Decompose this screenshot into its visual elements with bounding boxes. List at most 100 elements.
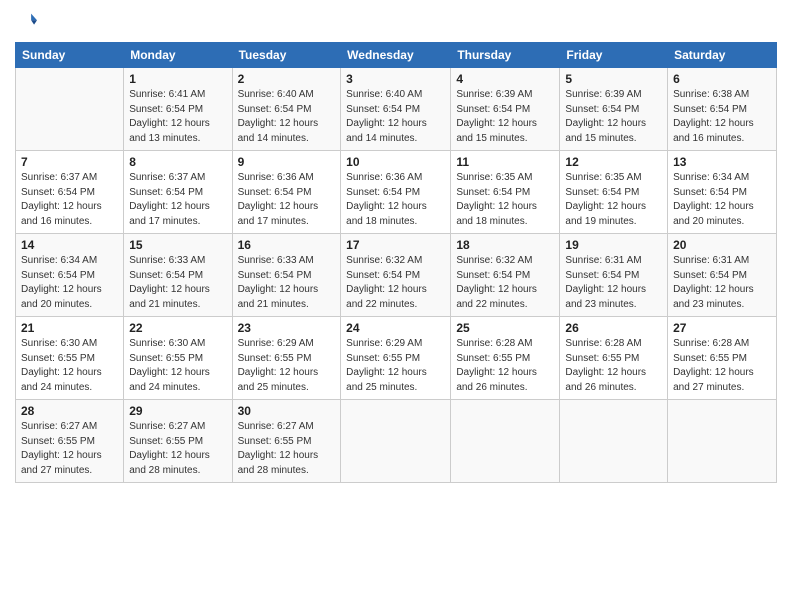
calendar-cell: 9 Sunrise: 6:36 AM Sunset: 6:54 PM Daylig…: [232, 151, 341, 234]
day-detail: Sunrise: 6:29 AM Sunset: 6:55 PM Dayligh…: [346, 337, 445, 395]
calendar-cell: 2 Sunrise: 6:40 AM Sunset: 6:54 PM Daylig…: [232, 68, 341, 151]
day-number: 9: [238, 155, 336, 169]
day-detail: Sunrise: 6:32 AM Sunset: 6:54 PM Dayligh…: [346, 254, 445, 312]
day-detail: Sunrise: 6:27 AM Sunset: 6:55 PM Dayligh…: [21, 420, 118, 478]
day-number: 2: [238, 72, 336, 86]
day-detail: Sunrise: 6:29 AM Sunset: 6:55 PM Dayligh…: [238, 337, 336, 395]
logo-icon: [15, 10, 37, 32]
col-thursday: Thursday: [451, 43, 560, 68]
day-detail: Sunrise: 6:27 AM Sunset: 6:55 PM Dayligh…: [238, 420, 336, 478]
col-tuesday: Tuesday: [232, 43, 341, 68]
day-number: 20: [673, 238, 771, 252]
calendar-cell: 15Sunrise: 6:33 AM Sunset: 6:54 PM Dayli…: [124, 234, 232, 317]
day-number: 25: [456, 321, 554, 335]
day-number: 15: [129, 238, 226, 252]
logo: [15, 10, 37, 34]
calendar-cell: 3 Sunrise: 6:40 AM Sunset: 6:54 PM Daylig…: [341, 68, 451, 151]
day-detail: Sunrise: 6:27 AM Sunset: 6:55 PM Dayligh…: [129, 420, 226, 478]
day-number: 29: [129, 404, 226, 418]
day-number: 26: [565, 321, 662, 335]
day-number: 8: [129, 155, 226, 169]
calendar-table: Sunday Monday Tuesday Wednesday Thursday…: [15, 42, 777, 483]
calendar-cell: [16, 68, 124, 151]
calendar-cell: 29 Sunrise: 6:27 AM Sunset: 6:55 PM Dayli…: [124, 400, 232, 483]
day-number: 11: [456, 155, 554, 169]
calendar-cell: [451, 400, 560, 483]
col-monday: Monday: [124, 43, 232, 68]
day-detail: Sunrise: 6:38 AM Sunset: 6:54 PM Dayligh…: [673, 88, 771, 146]
calendar-cell: 4Sunrise: 6:39 AM Sunset: 6:54 PM Daylig…: [451, 68, 560, 151]
day-detail: Sunrise: 6:30 AM Sunset: 6:55 PM Dayligh…: [21, 337, 118, 395]
day-detail: Sunrise: 6:28 AM Sunset: 6:55 PM Dayligh…: [565, 337, 662, 395]
calendar-cell: 21 Sunrise: 6:30 AM Sunset: 6:55 PM Dayli…: [16, 317, 124, 400]
day-number: 27: [673, 321, 771, 335]
day-detail: Sunrise: 6:35 AM Sunset: 6:54 PM Dayligh…: [565, 171, 662, 229]
calendar-cell: 19 Sunrise: 6:31 AM Sunset: 6:54 PM Dayli…: [560, 234, 668, 317]
col-sunday: Sunday: [16, 43, 124, 68]
calendar-week-row: 1 Sunrise: 6:41 AM Sunset: 6:54 PM Daylig…: [16, 68, 777, 151]
calendar-cell: [341, 400, 451, 483]
day-detail: Sunrise: 6:32 AM Sunset: 6:54 PM Dayligh…: [456, 254, 554, 312]
day-detail: Sunrise: 6:30 AM Sunset: 6:55 PM Dayligh…: [129, 337, 226, 395]
day-number: 5: [565, 72, 662, 86]
day-number: 14: [21, 238, 118, 252]
day-number: 24: [346, 321, 445, 335]
day-detail: Sunrise: 6:35 AM Sunset: 6:54 PM Dayligh…: [456, 171, 554, 229]
calendar-cell: [560, 400, 668, 483]
day-number: 4: [456, 72, 554, 86]
day-number: 10: [346, 155, 445, 169]
calendar-cell: 12Sunrise: 6:35 AM Sunset: 6:54 PM Dayli…: [560, 151, 668, 234]
day-number: 6: [673, 72, 771, 86]
day-number: 18: [456, 238, 554, 252]
day-detail: Sunrise: 6:40 AM Sunset: 6:54 PM Dayligh…: [346, 88, 445, 146]
day-detail: Sunrise: 6:37 AM Sunset: 6:54 PM Dayligh…: [21, 171, 118, 229]
calendar-cell: 13 Sunrise: 6:34 AM Sunset: 6:54 PM Dayli…: [668, 151, 777, 234]
day-detail: Sunrise: 6:41 AM Sunset: 6:54 PM Dayligh…: [129, 88, 226, 146]
calendar-header-row: Sunday Monday Tuesday Wednesday Thursday…: [16, 43, 777, 68]
calendar-cell: 10 Sunrise: 6:36 AM Sunset: 6:54 PM Dayli…: [341, 151, 451, 234]
day-number: 30: [238, 404, 336, 418]
calendar-cell: 17Sunrise: 6:32 AM Sunset: 6:54 PM Dayli…: [341, 234, 451, 317]
day-number: 21: [21, 321, 118, 335]
day-detail: Sunrise: 6:33 AM Sunset: 6:54 PM Dayligh…: [238, 254, 336, 312]
calendar-cell: 8 Sunrise: 6:37 AM Sunset: 6:54 PM Daylig…: [124, 151, 232, 234]
day-number: 16: [238, 238, 336, 252]
calendar-week-row: 21 Sunrise: 6:30 AM Sunset: 6:55 PM Dayli…: [16, 317, 777, 400]
calendar-cell: 1 Sunrise: 6:41 AM Sunset: 6:54 PM Daylig…: [124, 68, 232, 151]
day-number: 1: [129, 72, 226, 86]
day-detail: Sunrise: 6:37 AM Sunset: 6:54 PM Dayligh…: [129, 171, 226, 229]
day-detail: Sunrise: 6:39 AM Sunset: 6:54 PM Dayligh…: [565, 88, 662, 146]
calendar-cell: 23Sunrise: 6:29 AM Sunset: 6:55 PM Dayli…: [232, 317, 341, 400]
day-number: 22: [129, 321, 226, 335]
calendar-cell: 24 Sunrise: 6:29 AM Sunset: 6:55 PM Dayli…: [341, 317, 451, 400]
calendar-cell: 27Sunrise: 6:28 AM Sunset: 6:55 PM Dayli…: [668, 317, 777, 400]
col-friday: Friday: [560, 43, 668, 68]
calendar-week-row: 14Sunrise: 6:34 AM Sunset: 6:54 PM Dayli…: [16, 234, 777, 317]
day-detail: Sunrise: 6:28 AM Sunset: 6:55 PM Dayligh…: [456, 337, 554, 395]
calendar-cell: 20 Sunrise: 6:31 AM Sunset: 6:54 PM Dayli…: [668, 234, 777, 317]
page: Sunday Monday Tuesday Wednesday Thursday…: [0, 0, 792, 612]
col-wednesday: Wednesday: [341, 43, 451, 68]
day-number: 19: [565, 238, 662, 252]
day-number: 3: [346, 72, 445, 86]
day-number: 13: [673, 155, 771, 169]
calendar-week-row: 28 Sunrise: 6:27 AM Sunset: 6:55 PM Dayli…: [16, 400, 777, 483]
day-number: 28: [21, 404, 118, 418]
col-saturday: Saturday: [668, 43, 777, 68]
calendar-cell: 26 Sunrise: 6:28 AM Sunset: 6:55 PM Dayli…: [560, 317, 668, 400]
calendar-cell: 5 Sunrise: 6:39 AM Sunset: 6:54 PM Daylig…: [560, 68, 668, 151]
calendar-cell: 22 Sunrise: 6:30 AM Sunset: 6:55 PM Dayli…: [124, 317, 232, 400]
calendar-cell: 6 Sunrise: 6:38 AM Sunset: 6:54 PM Daylig…: [668, 68, 777, 151]
calendar-week-row: 7 Sunrise: 6:37 AM Sunset: 6:54 PM Daylig…: [16, 151, 777, 234]
header: [15, 10, 777, 34]
day-detail: Sunrise: 6:36 AM Sunset: 6:54 PM Dayligh…: [238, 171, 336, 229]
day-detail: Sunrise: 6:34 AM Sunset: 6:54 PM Dayligh…: [673, 171, 771, 229]
day-detail: Sunrise: 6:31 AM Sunset: 6:54 PM Dayligh…: [673, 254, 771, 312]
day-detail: Sunrise: 6:31 AM Sunset: 6:54 PM Dayligh…: [565, 254, 662, 312]
day-number: 7: [21, 155, 118, 169]
day-detail: Sunrise: 6:40 AM Sunset: 6:54 PM Dayligh…: [238, 88, 336, 146]
calendar-cell: 7 Sunrise: 6:37 AM Sunset: 6:54 PM Daylig…: [16, 151, 124, 234]
day-detail: Sunrise: 6:36 AM Sunset: 6:54 PM Dayligh…: [346, 171, 445, 229]
calendar-cell: 11 Sunrise: 6:35 AM Sunset: 6:54 PM Dayli…: [451, 151, 560, 234]
calendar-cell: [668, 400, 777, 483]
